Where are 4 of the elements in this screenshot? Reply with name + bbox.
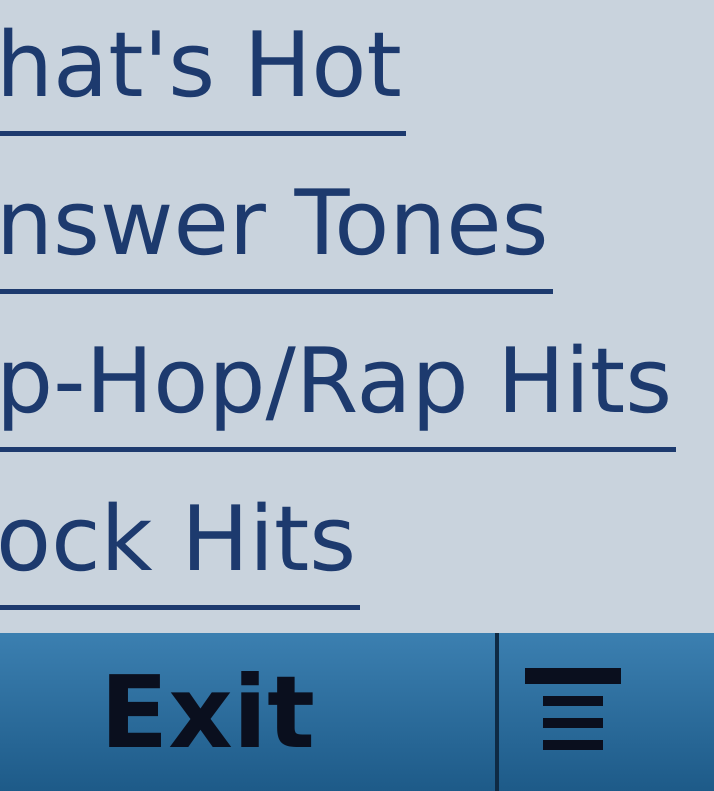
menu-item[interactable]: nswer Tones: [0, 172, 553, 294]
menu-item[interactable]: ock Hits: [0, 488, 360, 610]
menu-item[interactable]: hat's Hot: [0, 14, 406, 136]
menu-item[interactable]: p-Hop/Rap Hits: [0, 330, 676, 452]
